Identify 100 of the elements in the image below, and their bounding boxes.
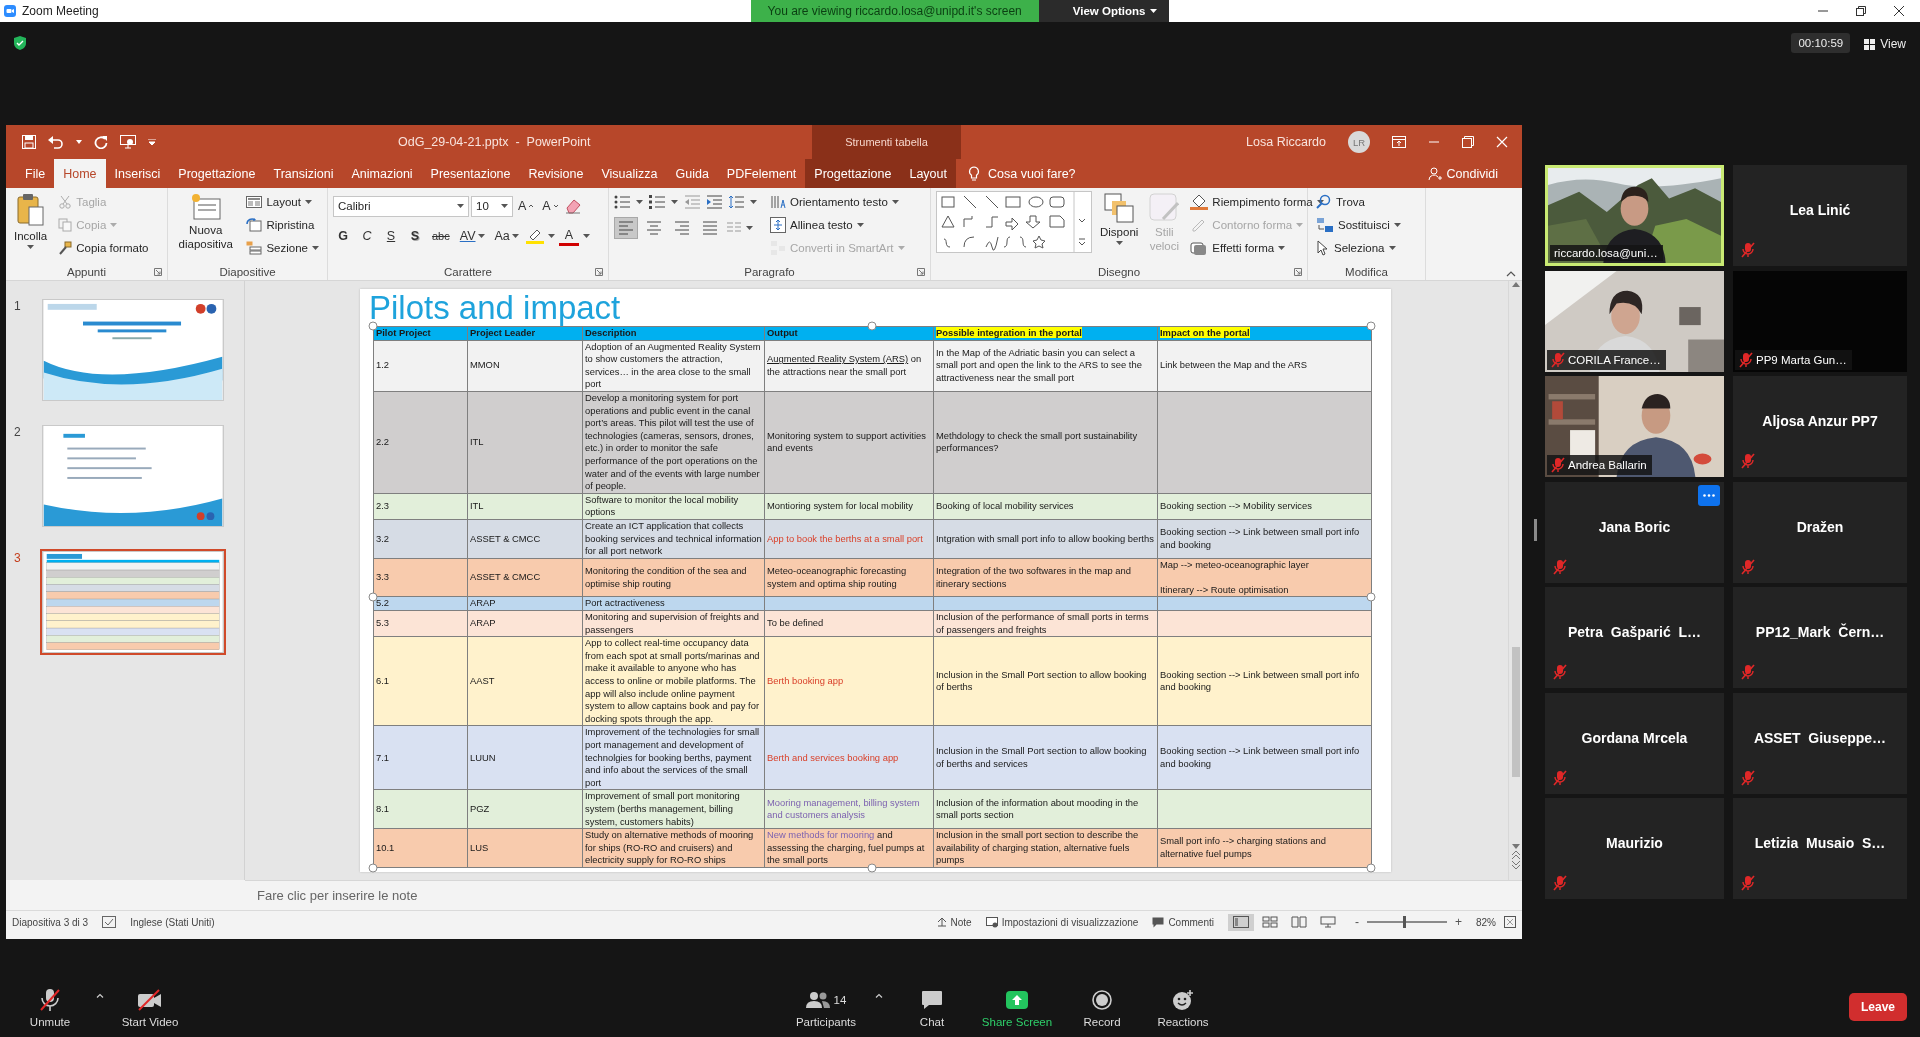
ribbon-tab[interactable]: Transizioni — [264, 159, 343, 188]
numbered-list-icon[interactable] — [649, 195, 665, 209]
video-tile[interactable]: PP9 Marta Gun… — [1733, 270, 1907, 372]
font-name-field[interactable]: Calibri — [333, 195, 469, 217]
fit-slide-icon[interactable] — [1504, 916, 1516, 928]
bullet-list-icon[interactable] — [614, 195, 630, 209]
shapes-gallery[interactable] — [936, 191, 1092, 253]
ribbon-tab[interactable]: Layout — [900, 159, 956, 188]
dialog-launcher-icon[interactable] — [154, 268, 162, 276]
language-label[interactable]: Inglese (Stati Uniti) — [130, 916, 215, 928]
arrange-button[interactable]: Disponi — [1097, 191, 1142, 263]
collapse-ribbon-icon[interactable] — [1506, 271, 1516, 277]
undo-icon[interactable] — [48, 135, 64, 149]
view-settings-button[interactable]: Impostazioni di visualizzazione — [985, 916, 1139, 928]
dialog-launcher-icon[interactable] — [917, 268, 925, 276]
increase-indent-icon[interactable] — [706, 195, 722, 209]
ribbon-tab[interactable]: Inserisci — [105, 159, 170, 188]
video-tile[interactable]: Andrea Ballarin — [1545, 376, 1724, 477]
paragraph-button[interactable]: Orientamento testo — [767, 191, 908, 213]
video-tile[interactable]: Aljosa Anzur PP7 — [1733, 376, 1907, 477]
ribbon-tab[interactable]: Revisione — [519, 159, 593, 188]
restore-icon[interactable] — [1462, 136, 1474, 148]
selection-handle[interactable] — [368, 321, 378, 331]
toolbar-button[interactable]: Reactions — [1147, 987, 1219, 1028]
slide-layout-button[interactable]: Ripristina — [243, 214, 322, 236]
share-button[interactable]: Condividi — [1427, 159, 1522, 188]
video-tile[interactable]: ASSET Giuseppe… — [1733, 692, 1907, 794]
more-button[interactable] — [1698, 484, 1720, 506]
notes-button[interactable]: Note — [936, 916, 972, 928]
decrease-indent-icon[interactable] — [684, 195, 700, 209]
spellcheck-icon[interactable] — [102, 916, 117, 928]
splitter-handle[interactable] — [1534, 519, 1537, 541]
eraser-icon[interactable] — [563, 198, 582, 214]
font-style-button[interactable]: G — [333, 225, 353, 247]
font-color-button[interactable]: A — [558, 226, 579, 246]
comments-button[interactable]: Commenti — [1152, 916, 1214, 928]
next-slide-icon[interactable] — [1511, 860, 1520, 872]
selection-handle[interactable] — [368, 863, 378, 873]
selection-handle[interactable] — [368, 592, 378, 602]
ribbon-tab[interactable]: Presentazione — [421, 159, 520, 188]
font-style-button[interactable]: C — [357, 225, 377, 247]
ribbon-tab[interactable]: Home — [54, 159, 106, 188]
align-button[interactable] — [614, 217, 638, 239]
video-tile[interactable]: CORILA France… — [1545, 270, 1724, 372]
restore-icon[interactable] — [1856, 6, 1866, 16]
font-style-button[interactable]: Aa — [491, 225, 522, 247]
font-style-button[interactable]: AV — [456, 225, 488, 247]
selection-handle[interactable] — [867, 321, 877, 331]
ribbon-tab[interactable]: Progettazione — [169, 159, 265, 188]
view-button[interactable] — [1227, 913, 1254, 931]
scroll-up-icon[interactable] — [1511, 281, 1520, 287]
slide-layout-button[interactable]: Layout — [243, 191, 322, 213]
redo-icon[interactable] — [94, 135, 108, 149]
ribbon-tab[interactable]: Guida — [666, 159, 718, 188]
selection-handle[interactable] — [1366, 863, 1376, 873]
tell-me-button[interactable]: Cosa vuoi fare? — [956, 159, 1076, 188]
leave-button[interactable]: Leave — [1848, 993, 1907, 1021]
close-icon[interactable] — [1894, 6, 1904, 16]
video-tile[interactable]: Maurizio — [1545, 798, 1724, 899]
slide-thumbnail[interactable] — [40, 423, 226, 529]
font-size-button[interactable]: A — [515, 195, 538, 217]
caret-up-icon[interactable] — [875, 993, 883, 998]
video-tile[interactable]: Jana Boric — [1545, 481, 1724, 583]
toolbar-button[interactable]: Share Screen — [977, 987, 1057, 1028]
clipboard-button[interactable]: Copia formato — [55, 237, 152, 259]
zoom-out-button[interactable]: - — [1354, 915, 1359, 929]
font-style-button[interactable]: abc — [429, 225, 453, 247]
video-tile[interactable]: Lea Linić — [1733, 165, 1907, 266]
dialog-launcher-icon[interactable] — [595, 268, 603, 276]
zoom-percent[interactable]: 82% — [1470, 916, 1496, 928]
font-style-button[interactable]: S — [405, 225, 425, 247]
toolbar-button[interactable]: Record — [1066, 987, 1138, 1028]
dialog-launcher-icon[interactable] — [1294, 268, 1302, 276]
toolbar-button[interactable]: 14 Participants — [790, 987, 862, 1028]
video-tile[interactable]: riccardo.losa@uni… — [1545, 165, 1724, 266]
line-spacing-icon[interactable] — [728, 195, 744, 209]
slide-layout-button[interactable]: Sezione — [243, 237, 322, 259]
save-icon[interactable] — [22, 135, 36, 149]
view-options-button[interactable]: View Options — [1038, 0, 1170, 22]
ribbon-tab[interactable]: Progettazione — [805, 159, 901, 188]
video-tile[interactable]: Petra Gašparić L… — [1545, 587, 1724, 688]
paste-button[interactable]: Incolla — [11, 191, 51, 263]
toolbar-button[interactable]: Unmute — [14, 987, 86, 1028]
user-name[interactable]: Losa Riccardo — [1246, 135, 1326, 149]
paragraph-button[interactable]: Allinea testo — [767, 214, 908, 236]
selection-handle[interactable] — [1366, 321, 1376, 331]
video-tile[interactable]: Letizia Musaio S… — [1733, 798, 1907, 899]
video-tile[interactable]: PP12_Mark Čern… — [1733, 587, 1907, 688]
ribbon-tab[interactable]: Animazioni — [342, 159, 422, 188]
video-tile[interactable]: Dražen — [1733, 481, 1907, 583]
ribbon-tab[interactable]: PDFelement — [717, 159, 806, 188]
ribbon-tab[interactable]: File — [16, 159, 55, 188]
selection-handle[interactable] — [867, 863, 877, 873]
zoom-slider-thumb[interactable] — [1402, 916, 1406, 928]
selection-handle[interactable] — [1366, 592, 1376, 602]
caret-up-icon[interactable] — [96, 993, 104, 998]
new-slide-button[interactable]: Nuova diapositiva — [173, 191, 239, 263]
font-size-field[interactable]: 10 — [471, 195, 513, 217]
shield-icon[interactable] — [14, 36, 26, 50]
presentation-icon[interactable] — [120, 135, 136, 149]
